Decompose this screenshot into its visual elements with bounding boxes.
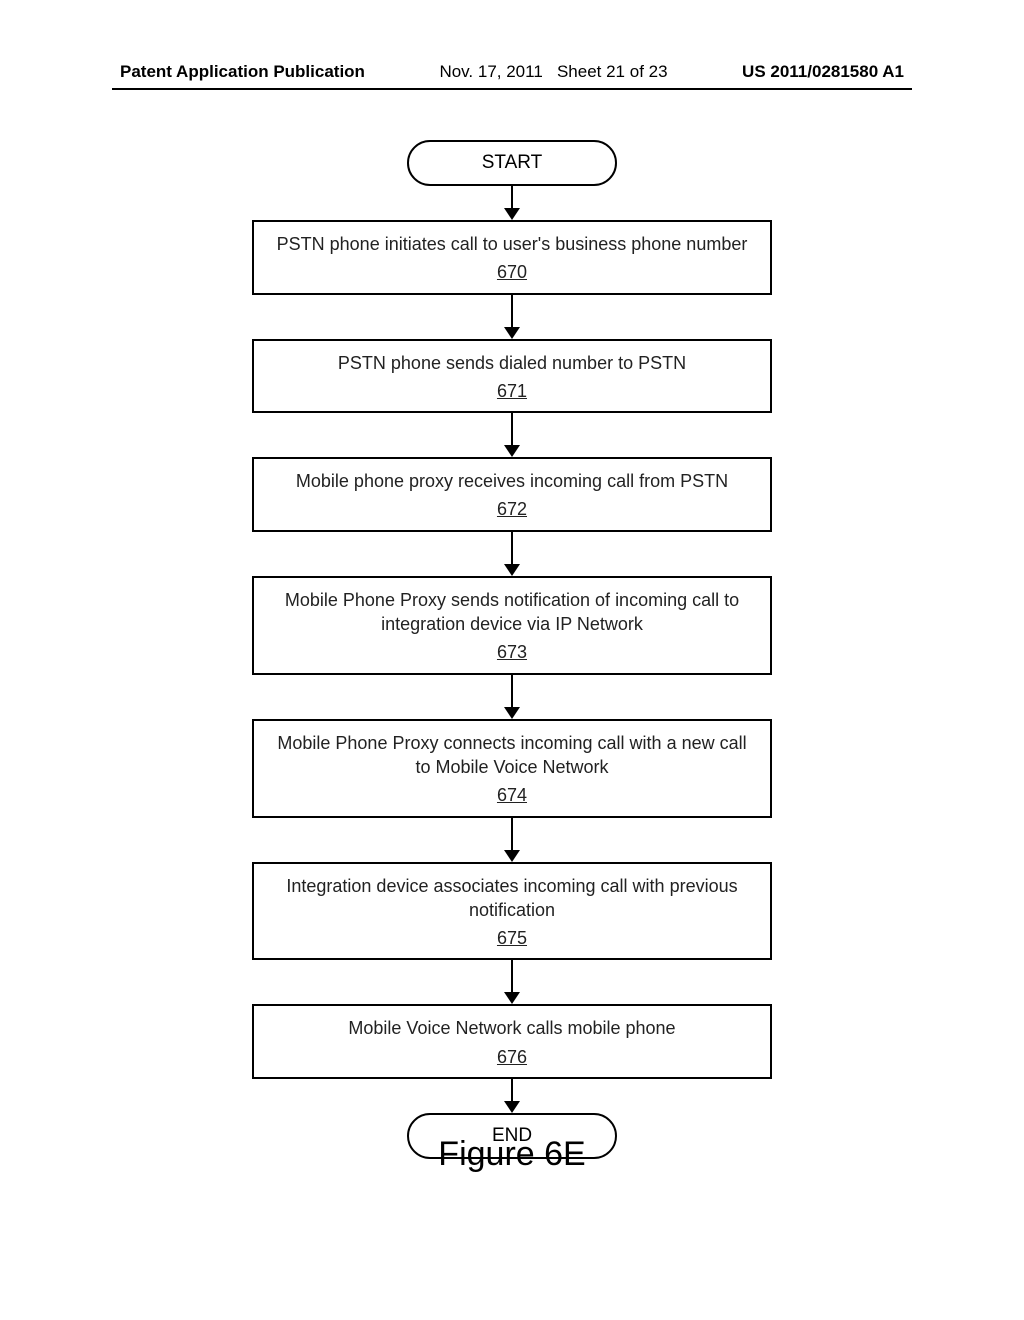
flow-step-text: Mobile Phone Proxy connects incoming cal… <box>277 733 746 777</box>
header-date: Nov. 17, 2011 <box>439 62 542 81</box>
flow-step-674: Mobile Phone Proxy connects incoming cal… <box>252 719 772 818</box>
flow-step-text: Integration device associates incoming c… <box>286 876 737 920</box>
flow-step-ref: 674 <box>268 783 756 807</box>
flow-step-672: Mobile phone proxy receives incoming cal… <box>252 457 772 532</box>
flow-arrow <box>504 413 520 457</box>
flow-step-ref: 672 <box>268 497 756 521</box>
figure-caption: Figure 6E <box>0 1135 1024 1174</box>
flow-step-675: Integration device associates incoming c… <box>252 862 772 961</box>
flow-step-ref: 670 <box>268 260 756 284</box>
header-rule <box>112 88 912 90</box>
flow-arrow <box>504 818 520 862</box>
header-pub-number: US 2011/0281580 A1 <box>742 62 904 82</box>
flow-step-ref: 675 <box>268 926 756 950</box>
flow-arrow <box>504 532 520 576</box>
flow-step-676: Mobile Voice Network calls mobile phone … <box>252 1004 772 1079</box>
flow-arrow <box>504 960 520 1004</box>
flow-arrow <box>504 295 520 339</box>
flow-step-671: PSTN phone sends dialed number to PSTN 6… <box>252 339 772 414</box>
flow-step-text: Mobile Phone Proxy sends notification of… <box>285 590 739 634</box>
flow-arrow <box>504 186 520 220</box>
header-publication-type: Patent Application Publication <box>120 62 365 82</box>
header-sheet: Sheet 21 of 23 <box>557 62 668 81</box>
flow-step-ref: 673 <box>268 640 756 664</box>
flow-step-ref: 671 <box>268 379 756 403</box>
flow-step-text: PSTN phone sends dialed number to PSTN <box>338 353 686 373</box>
flow-arrow <box>504 675 520 719</box>
flow-start: START <box>407 140 617 186</box>
flow-step-text: PSTN phone initiates call to user's busi… <box>277 234 748 254</box>
flowchart: START PSTN phone initiates call to user'… <box>232 140 792 1159</box>
header-date-sheet: Nov. 17, 2011 Sheet 21 of 23 <box>439 62 667 82</box>
flow-step-670: PSTN phone initiates call to user's busi… <box>252 220 772 295</box>
flow-step-ref: 676 <box>268 1045 756 1069</box>
flow-step-text: Mobile Voice Network calls mobile phone <box>348 1018 675 1038</box>
flow-step-text: Mobile phone proxy receives incoming cal… <box>296 471 728 491</box>
flow-step-673: Mobile Phone Proxy sends notification of… <box>252 576 772 675</box>
flow-arrow <box>504 1079 520 1113</box>
